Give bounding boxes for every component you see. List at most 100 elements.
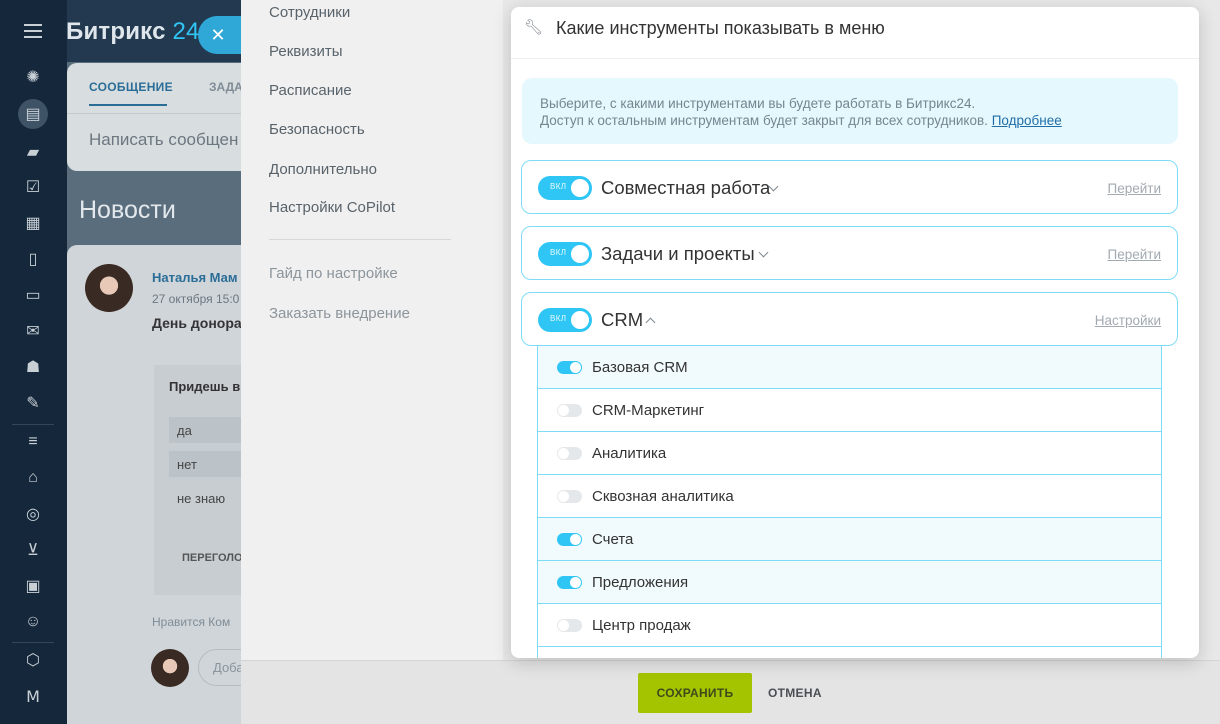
close-slider-button[interactable]: ✕ <box>198 16 242 54</box>
weather-icon[interactable]: ✺ <box>18 62 48 92</box>
info-text-line2: Доступ к остальным инструментам будет за… <box>540 113 1062 128</box>
poll-question: Придешь в <box>169 379 241 394</box>
tool-toggle[interactable] <box>557 447 582 460</box>
commenter-avatar <box>151 649 189 687</box>
tools-modal: 🔧︎ Какие инструменты показывать в меню В… <box>511 7 1199 658</box>
sites-icon[interactable]: ▣ <box>18 571 48 601</box>
post-author[interactable]: Наталья Мам <box>152 270 238 285</box>
tool-toggle[interactable] <box>557 404 582 417</box>
chevron-down-icon[interactable] <box>758 247 769 258</box>
settings-nav-order[interactable]: Заказать внедрение <box>269 305 410 322</box>
close-icon: ✕ <box>210 24 226 45</box>
news-title: Новости <box>79 196 176 224</box>
settings-nav-item[interactable]: Расписание <box>269 82 352 99</box>
tool-name: Базовая CRM <box>592 359 688 376</box>
settings-nav-item[interactable]: Безопасность <box>269 121 365 138</box>
tool-toggle[interactable] <box>557 533 582 546</box>
settings-nav-item[interactable]: Реквизиты <box>269 43 343 60</box>
group-link[interactable]: Перейти <box>1108 181 1162 196</box>
post-date: 27 октября 15:0 <box>152 292 240 306</box>
apps-icon[interactable]: ⬡ <box>18 645 48 675</box>
group-link[interactable]: Настройки <box>1095 313 1161 328</box>
group-name[interactable]: CRM <box>601 309 643 331</box>
settings-nav-item[interactable]: Дополнительно <box>269 161 377 178</box>
settings-nav-item[interactable]: Настройки CoPilot <box>269 199 395 216</box>
crm-tools-list: Базовая CRM CRM-Маркетинг Аналитика Скво… <box>537 346 1162 658</box>
tool-group-collaboration: ВКЛ Совместная работа Перейти <box>521 160 1178 214</box>
group-toggle[interactable]: ВКЛ <box>538 242 592 266</box>
chevron-up-icon[interactable] <box>645 317 656 328</box>
market-icon[interactable]: Ⅿ <box>18 682 48 712</box>
tool-name: Счета <box>592 531 634 548</box>
poll-option[interactable]: не знаю <box>169 485 247 511</box>
poll-option[interactable]: нет <box>169 451 247 477</box>
tool-item[interactable]: Центр продаж <box>538 604 1161 647</box>
groups-icon[interactable]: ☗ <box>18 352 48 382</box>
left-icon-rail: ✺ ▤ ▰ ☑ ▦ ▯ ▭ ✉ ☗ ✎ ≡ ⌂ ◎ ⊻ ▣ ☺ ⬡ Ⅿ <box>0 0 67 724</box>
modal-title: Какие инструменты показывать в меню <box>556 18 885 38</box>
settings-nav-item[interactable]: Сотрудники <box>269 4 350 21</box>
group-toggle[interactable]: ВКЛ <box>538 176 592 200</box>
shop-icon[interactable]: ⊻ <box>18 535 48 565</box>
tool-item[interactable]: Предложения <box>538 561 1161 604</box>
poll: Придешь в да нет не знаю ПЕРЕГОЛО <box>154 365 247 595</box>
settings-nav-divider <box>269 239 451 240</box>
calendar-icon[interactable]: ▦ <box>18 208 48 238</box>
tab-underline <box>89 104 167 106</box>
tool-name: Аналитика <box>592 445 667 462</box>
tool-toggle[interactable] <box>557 361 582 374</box>
tool-name: Сквозная аналитика <box>592 488 734 505</box>
tool-group-tasks: ВКЛ Задачи и проекты Перейти <box>521 226 1178 280</box>
author-avatar[interactable] <box>85 264 133 312</box>
group-link[interactable]: Перейти <box>1108 247 1162 262</box>
info-box: Выберите, с какими инструментами вы буде… <box>522 78 1178 144</box>
drive-icon[interactable]: ▭ <box>18 280 48 310</box>
rail-divider <box>12 424 54 425</box>
group-name[interactable]: Совместная работа <box>601 177 770 199</box>
post-composer: СООБЩЕНИЕ ЗАДА Написать сообщен <box>67 63 247 171</box>
group-name[interactable]: Задачи и проекты <box>601 243 755 265</box>
sign-icon[interactable]: ✎ <box>18 388 48 418</box>
tool-toggle[interactable] <box>557 490 582 503</box>
modal-header: 🔧︎ Какие инструменты показывать в меню <box>511 7 1199 59</box>
tool-name: Центр продаж <box>592 617 691 634</box>
app-logo[interactable]: Битрикс 24 <box>66 18 200 46</box>
store-icon[interactable]: ⌂ <box>18 463 48 493</box>
tool-item[interactable]: Счета <box>538 518 1161 561</box>
tool-name: CRM-Маркетинг <box>592 402 705 419</box>
menu-icon[interactable] <box>20 18 46 44</box>
tasks-icon[interactable]: ☑ <box>18 172 48 202</box>
post-actions[interactable]: Нравится Ком <box>152 615 230 629</box>
revote-button[interactable]: ПЕРЕГОЛО <box>182 552 243 564</box>
settings-nav-guide[interactable]: Гайд по настройке <box>269 265 398 282</box>
tool-item-partial[interactable] <box>538 647 1161 658</box>
tool-name: Предложения <box>592 574 689 591</box>
tab-message[interactable]: СООБЩЕНИЕ <box>89 80 173 94</box>
tool-item[interactable]: Аналитика <box>538 432 1161 475</box>
crm-icon[interactable]: ≡ <box>18 427 48 457</box>
tool-item[interactable]: Сквозная аналитика <box>538 475 1161 518</box>
compose-input[interactable]: Написать сообщен <box>89 130 238 150</box>
chat-icon[interactable]: ▰ <box>18 137 48 167</box>
docs-icon[interactable]: ▯ <box>18 244 48 274</box>
save-button[interactable]: СОХРАНИТЬ <box>638 673 752 713</box>
tool-toggle[interactable] <box>557 619 582 632</box>
post-headline: День донора <box>152 315 242 331</box>
robots-icon[interactable]: ☺ <box>18 607 48 637</box>
composer-divider <box>67 113 247 114</box>
mail-icon[interactable]: ✉ <box>18 316 48 346</box>
feed-icon[interactable]: ▤ <box>18 99 48 129</box>
tool-item[interactable]: CRM-Маркетинг <box>538 389 1161 432</box>
tool-toggle[interactable] <box>557 576 582 589</box>
feed-post: Наталья Мам 27 октября 15:0 День донора … <box>67 245 258 724</box>
info-text-line1: Выберите, с какими инструментами вы буде… <box>540 96 976 111</box>
marketing-icon[interactable]: ◎ <box>18 499 48 529</box>
group-toggle[interactable]: ВКЛ <box>538 308 592 332</box>
tab-task[interactable]: ЗАДА <box>209 80 243 94</box>
tool-item[interactable]: Базовая CRM <box>538 346 1161 389</box>
cancel-button[interactable]: ОТМЕНА <box>768 686 822 700</box>
more-link[interactable]: Подробнее <box>992 113 1062 128</box>
poll-option[interactable]: да <box>169 417 247 443</box>
settings-nav: Сотрудники Реквизиты Расписание Безопасн… <box>241 0 503 660</box>
rail-divider <box>12 642 54 643</box>
